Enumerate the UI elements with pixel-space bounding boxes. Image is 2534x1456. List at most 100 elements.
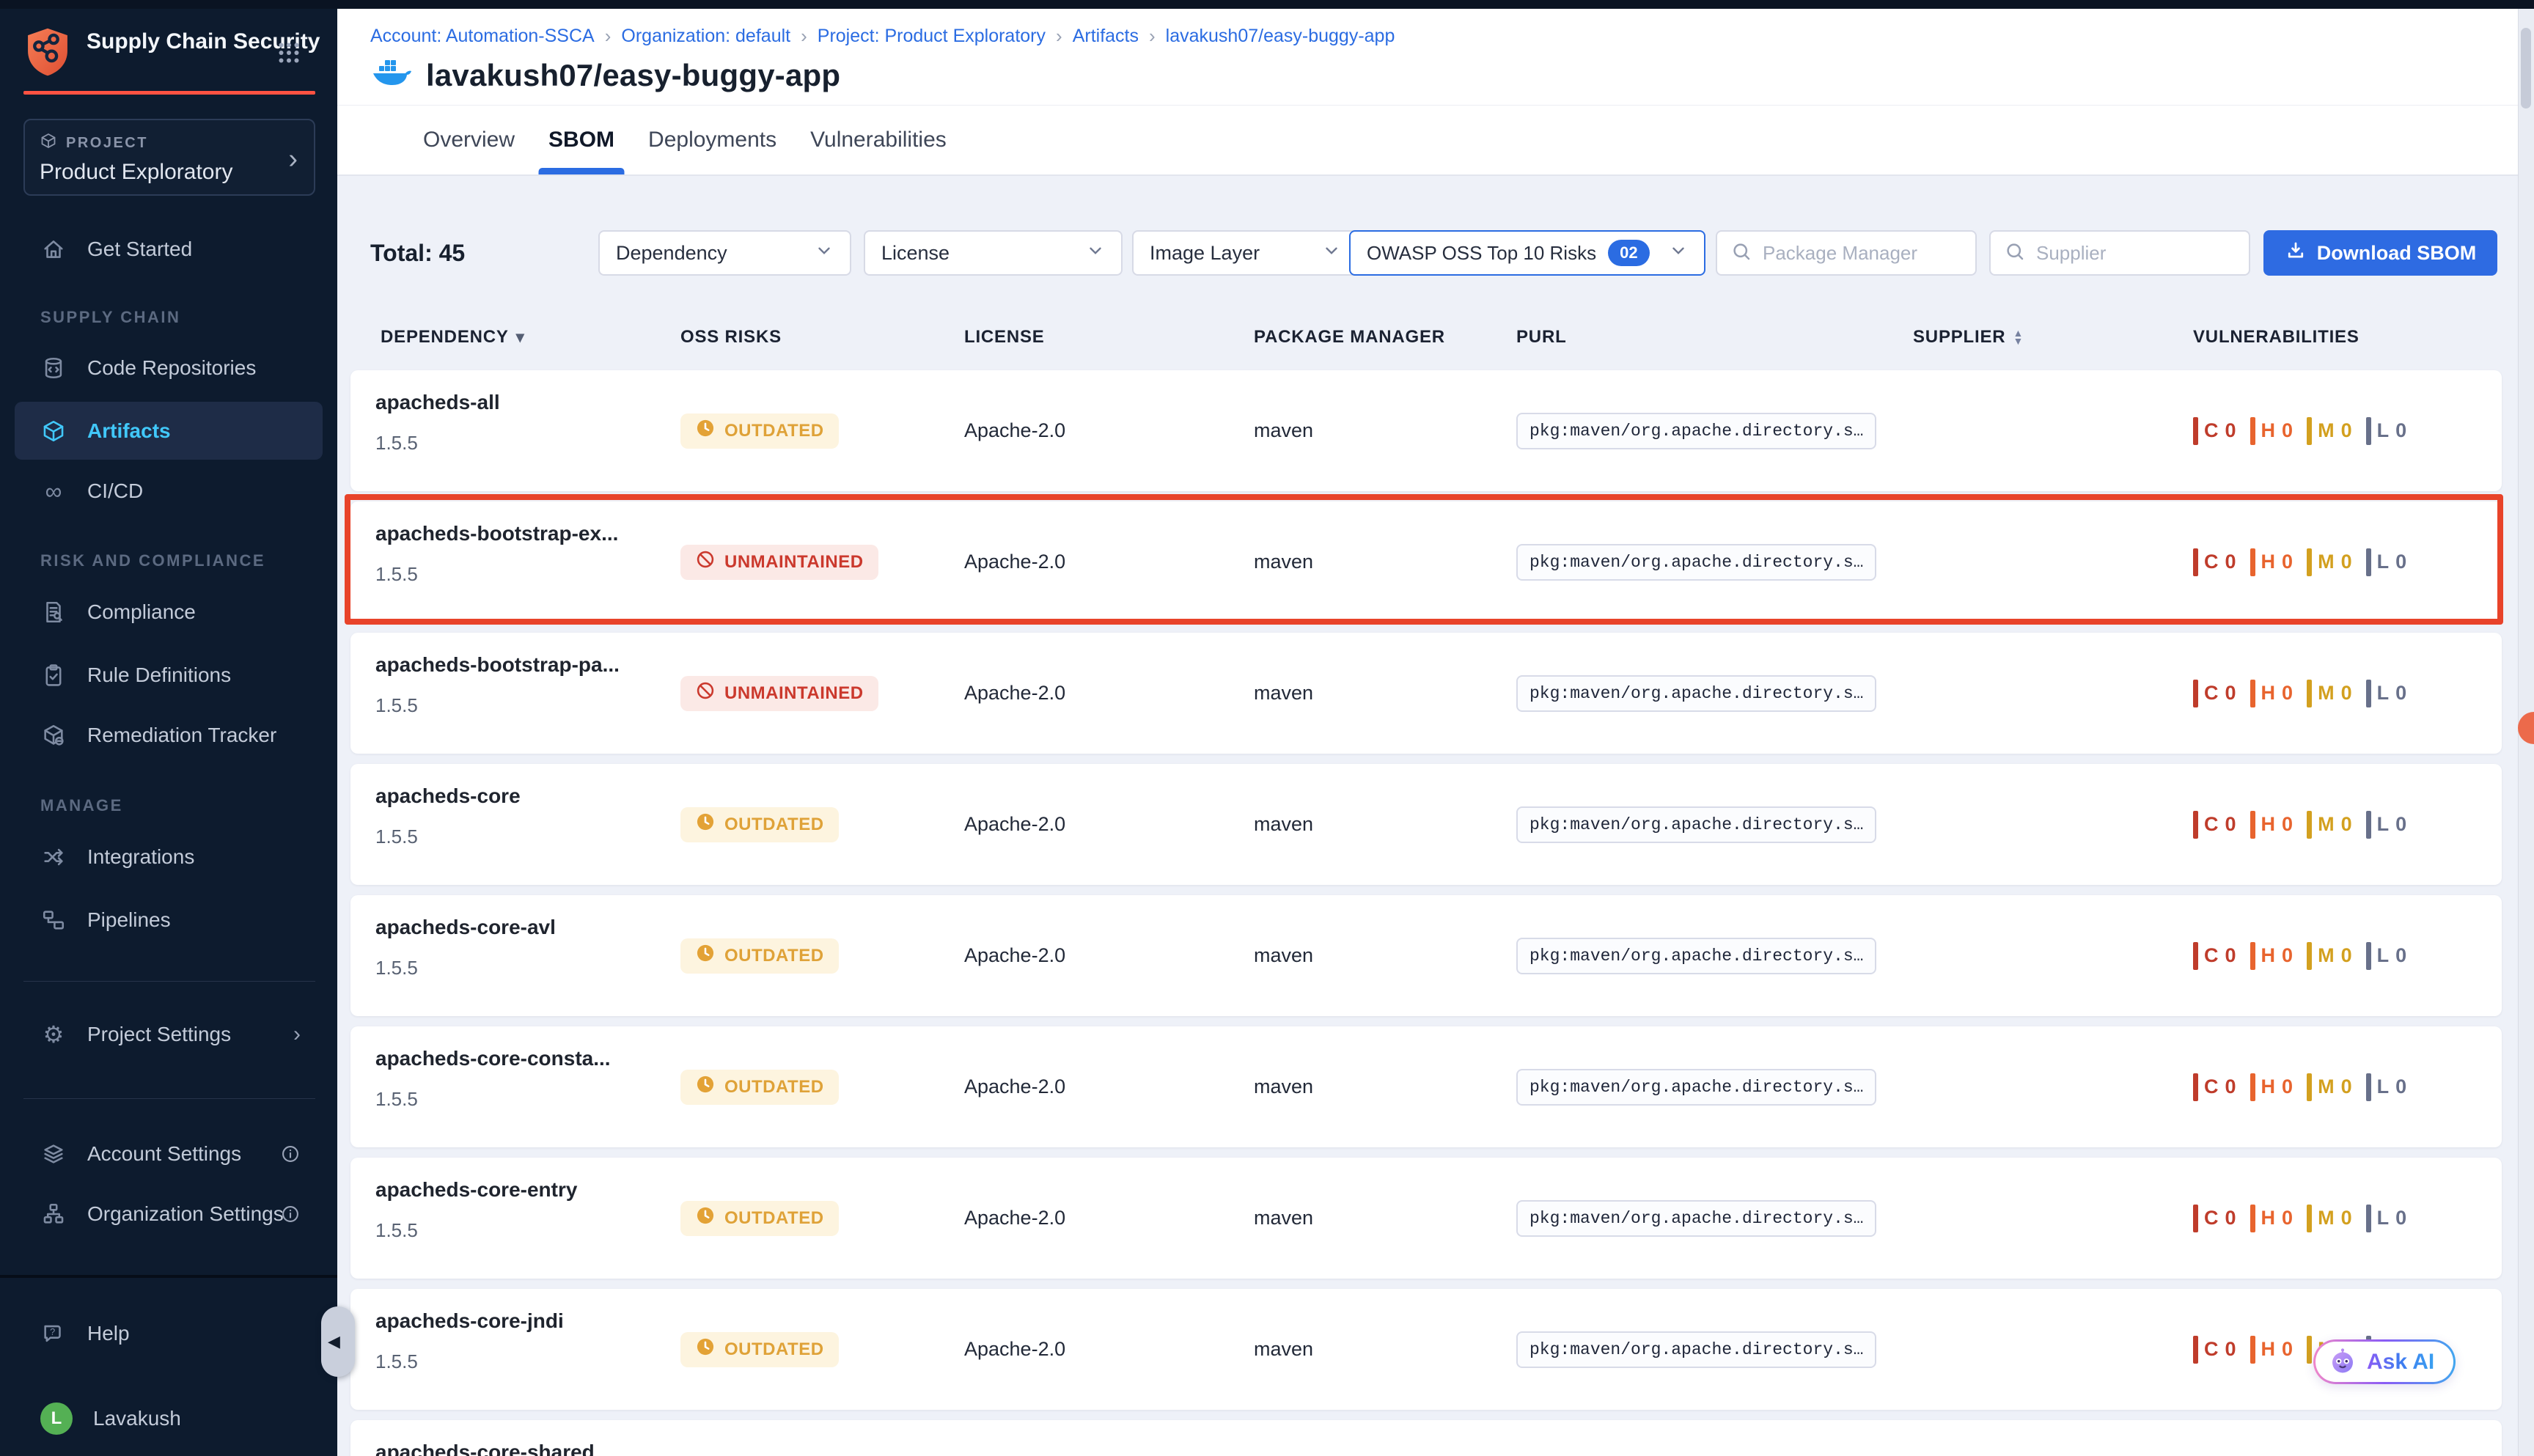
license-filter-select[interactable]: License [864,230,1123,276]
purl-value[interactable]: pkg:maven/org.apache.directory.s… [1516,1331,1876,1368]
sidebar-item-get-started[interactable]: Get Started [15,227,323,272]
column-purl[interactable]: PURL [1516,327,1913,348]
sidebar-item-cicd[interactable]: ∞ CI/CD [15,468,323,514]
vuln-count-L: L0 [2366,548,2408,576]
oss-risk-badge: OUTDATED [680,1201,839,1236]
sidebar-item-integrations[interactable]: Integrations [15,834,323,880]
sidebar-item-pipelines[interactable]: Pipelines [15,897,323,943]
table-row[interactable]: apacheds-core 1.5.5 OUTDATED Apache-2.0 … [350,764,2502,885]
sbom-panel: Total: 45 Dependency License Image Layer… [337,176,2518,1456]
column-package-manager[interactable]: PACKAGE MANAGER [1254,327,1516,348]
sidebar-item-label: Code Repositories [87,356,256,380]
column-license[interactable]: LICENSE [964,327,1254,348]
svg-text:?: ? [50,1326,55,1337]
table-row[interactable]: apacheds-core-avl 1.5.5 OUTDATED Apache-… [350,895,2502,1016]
dependency-version: 1.5.5 [375,957,680,979]
ask-ai-button[interactable]: Ask AI [2313,1339,2456,1384]
tab-overview[interactable]: Overview [423,106,515,174]
vulnerability-counts: C0H0M0L0 [2193,1158,2502,1279]
dependency-name[interactable]: apacheds-core-consta... [375,1047,611,1070]
project-selector[interactable]: PROJECT Product Exploratory › [23,119,315,196]
dependency-filter-select[interactable]: Dependency [598,230,851,276]
dependency-version: 1.5.5 [375,826,680,848]
sidebar-item-compliance[interactable]: Compliance [15,589,323,635]
license-value: Apache-2.0 [964,895,1254,1016]
dependency-name[interactable]: apacheds-bootstrap-ex... [375,522,618,545]
sort-icon[interactable]: ▲▼ [2013,329,2024,345]
column-supplier[interactable]: SUPPLIER▲▼ [1913,327,2193,348]
chevron-down-icon [1086,241,1105,265]
tab-deployments[interactable]: Deployments [648,106,776,174]
purl-value[interactable]: pkg:maven/org.apache.directory.s… [1516,806,1876,843]
supplier-value [1913,764,2193,885]
sidebar-item-remediation-tracker[interactable]: Remediation Tracker [15,713,323,758]
download-sbom-button[interactable]: Download SBOM [2263,230,2497,276]
supplier-search-input[interactable] [2036,242,2236,265]
scrollbar-thumb[interactable] [2521,28,2531,109]
purl-value[interactable]: pkg:maven/org.apache.directory.s… [1516,1200,1876,1237]
module-grid-icon[interactable] [276,40,302,66]
sidebar-item-organization-settings[interactable]: Organization Settings [15,1191,323,1237]
supplier-value [1913,1026,2193,1147]
breadcrumb-account[interactable]: Account: Automation-SSCA [370,26,595,47]
package-manager-search-input[interactable] [1763,242,1962,265]
dependency-name[interactable]: apacheds-all [375,391,500,414]
table-row[interactable]: apacheds-all 1.5.5 OUTDATED Apache-2.0 m… [350,370,2502,491]
project-cube-icon [40,132,57,154]
sort-desc-icon[interactable]: ▾ [516,328,525,347]
section-label-supply-chain: SUPPLY CHAIN [40,308,180,327]
dependency-name[interactable]: apacheds-core [375,784,521,808]
vuln-count-H: H0 [2250,417,2294,445]
search-icon [2004,240,2026,266]
image-layer-filter-select[interactable]: Image Layer [1132,230,1359,276]
vulnerability-counts: C0H0M0L0 [2193,501,2502,622]
table-row[interactable]: apacheds-core-entry 1.5.5 OUTDATED Apach… [350,1158,2502,1279]
table-row[interactable]: apacheds-bootstrap-pa... 1.5.5 UNMAINTAI… [350,633,2502,754]
dependency-name[interactable]: apacheds-bootstrap-pa... [375,653,620,677]
breadcrumb-project[interactable]: Project: Product Exploratory [818,26,1046,47]
breadcrumb-artifacts[interactable]: Artifacts [1073,26,1139,47]
sidebar-item-rule-definitions[interactable]: Rule Definitions [15,652,323,698]
dependency-name[interactable]: apacheds-core-entry [375,1178,577,1202]
tab-sbom[interactable]: SBOM [548,106,614,174]
column-vulnerabilities[interactable]: VULNERABILITIES [2193,327,2502,348]
table-row[interactable]: apacheds-bootstrap-ex... 1.5.5 UNMAINTAI… [350,501,2502,622]
dependency-name[interactable]: apacheds-core-jndi [375,1309,564,1333]
table-row[interactable]: apacheds-core-shared 1.5.5 OUTDATED Apac… [350,1420,2502,1456]
dependency-version: 1.5.5 [375,432,680,455]
dependency-name[interactable]: apacheds-core-avl [375,916,556,939]
purl-value[interactable]: pkg:maven/org.apache.directory.s… [1516,675,1876,712]
sidebar-item-code-repositories[interactable]: Code Repositories [15,345,323,391]
tab-vulnerabilities[interactable]: Vulnerabilities [810,106,947,174]
purl-value[interactable]: pkg:maven/org.apache.directory.s… [1516,938,1876,974]
purl-value[interactable]: pkg:maven/org.apache.directory.s… [1516,1069,1876,1106]
license-value: Apache-2.0 [964,370,1254,491]
sidebar-item-help[interactable]: ? Help [15,1311,323,1356]
oss-risk-badge: OUTDATED [680,1332,839,1367]
license-value: Apache-2.0 [964,501,1254,622]
layers-gear-icon [40,1141,67,1167]
column-dependency[interactable]: DEPENDENCY▾ [350,327,680,348]
purl-value[interactable]: pkg:maven/org.apache.directory.s… [1516,413,1876,449]
sidebar-item-artifacts[interactable]: Artifacts [15,402,323,460]
sidebar-collapse-handle[interactable]: ◀ [321,1306,355,1377]
breadcrumb-organization[interactable]: Organization: default [621,26,790,47]
vuln-count-C: C0 [2193,417,2237,445]
column-oss-risks[interactable]: OSS RISKS [680,327,964,348]
sidebar-item-label: Organization Settings [87,1202,284,1226]
vuln-count-H: H0 [2250,811,2294,839]
owasp-filter-select[interactable]: OWASP OSS Top 10 Risks 02 [1349,230,1705,276]
vuln-count-C: C0 [2193,1336,2237,1364]
purl-value[interactable]: pkg:maven/org.apache.directory.s… [1516,544,1876,581]
table-row[interactable]: apacheds-core-jndi 1.5.5 OUTDATED Apache… [350,1289,2502,1410]
supplier-value [1913,1289,2193,1410]
clock-icon [695,1336,716,1362]
ai-robot-icon [2327,1345,2358,1379]
breadcrumb-artifact-name[interactable]: lavakush07/easy-buggy-app [1166,26,1395,47]
dependency-name[interactable]: apacheds-core-shared [375,1441,595,1456]
sidebar-item-account-settings[interactable]: Account Settings [15,1131,323,1177]
user-menu[interactable]: L Lavakush [15,1394,323,1443]
vuln-count-L: L0 [2366,680,2408,707]
table-row[interactable]: apacheds-core-consta... 1.5.5 OUTDATED A… [350,1026,2502,1147]
sidebar-item-project-settings[interactable]: ⚙ Project Settings › [15,1012,323,1057]
